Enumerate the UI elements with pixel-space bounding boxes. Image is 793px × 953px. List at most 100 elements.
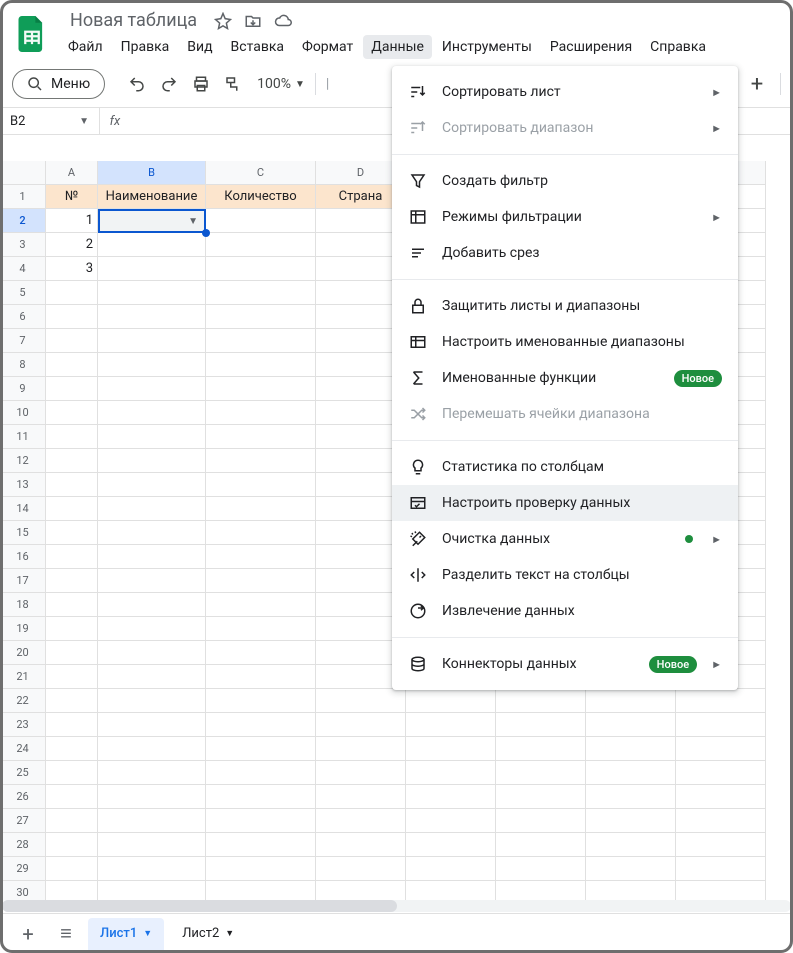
row-header-18[interactable]: 18 [0, 593, 46, 617]
row-header-17[interactable]: 17 [0, 569, 46, 593]
cell-A26[interactable] [46, 785, 98, 809]
row-header-22[interactable]: 22 [0, 689, 46, 713]
cell-B16[interactable] [98, 545, 206, 569]
sheet-tab-Лист2[interactable]: Лист2▼ [170, 918, 246, 950]
cell-C26[interactable] [206, 785, 316, 809]
row-header-7[interactable]: 7 [0, 329, 46, 353]
cell-G22[interactable] [586, 689, 676, 713]
cell-B20[interactable] [98, 641, 206, 665]
row-header-8[interactable]: 8 [0, 353, 46, 377]
cell-C13[interactable] [206, 473, 316, 497]
cell-A13[interactable] [46, 473, 98, 497]
cell-F26[interactable] [496, 785, 586, 809]
cell-B1[interactable]: Наименование [98, 185, 206, 209]
fill-handle[interactable] [202, 229, 210, 237]
cell-G26[interactable] [586, 785, 676, 809]
row-header-4[interactable]: 4 [0, 257, 46, 281]
cell-C18[interactable] [206, 593, 316, 617]
menu-item-slicer[interactable]: Добавить срез [392, 235, 738, 271]
cell-D23[interactable] [316, 713, 406, 737]
cell-A11[interactable] [46, 425, 98, 449]
row-header-28[interactable]: 28 [0, 833, 46, 857]
row-header-13[interactable]: 13 [0, 473, 46, 497]
menu-item-validation[interactable]: Настроить проверку данных [392, 485, 738, 521]
cell-D22[interactable] [316, 689, 406, 713]
cell-G23[interactable] [586, 713, 676, 737]
cell-A29[interactable] [46, 857, 98, 881]
cell-C4[interactable] [206, 257, 316, 281]
cell-C7[interactable] [206, 329, 316, 353]
cell-C23[interactable] [206, 713, 316, 737]
move-icon[interactable] [243, 11, 263, 31]
cell-B28[interactable] [98, 833, 206, 857]
cell-A27[interactable] [46, 809, 98, 833]
menu-item-bulb[interactable]: Статистика по столбцам [392, 449, 738, 485]
row-header-3[interactable]: 3 [0, 233, 46, 257]
cell-A2[interactable]: 1 [46, 209, 98, 233]
cell-G27[interactable] [586, 809, 676, 833]
row-header-9[interactable]: 9 [0, 377, 46, 401]
menu-item-db[interactable]: Коннекторы данныхНовое► [392, 646, 738, 682]
cloud-icon[interactable] [273, 11, 293, 31]
row-header-19[interactable]: 19 [0, 617, 46, 641]
cell-C6[interactable] [206, 305, 316, 329]
cell-A28[interactable] [46, 833, 98, 857]
cell-B17[interactable] [98, 569, 206, 593]
menu-item-split[interactable]: Разделить текст на столбцы [392, 557, 738, 593]
cell-C2[interactable] [206, 209, 316, 233]
row-header-24[interactable]: 24 [0, 737, 46, 761]
cell-B8[interactable] [98, 353, 206, 377]
doc-title[interactable]: Новая таблица [64, 8, 203, 33]
cell-B21[interactable] [98, 665, 206, 689]
cell-H25[interactable] [676, 761, 766, 785]
col-header-B[interactable]: B [98, 161, 206, 185]
cell-F27[interactable] [496, 809, 586, 833]
menu-вставка[interactable]: Вставка [223, 35, 292, 59]
menu-правка[interactable]: Правка [113, 35, 178, 59]
print-button[interactable] [187, 70, 215, 98]
cell-D29[interactable] [316, 857, 406, 881]
cell-G24[interactable] [586, 737, 676, 761]
row-header-27[interactable]: 27 [0, 809, 46, 833]
sheet-tab-Лист1[interactable]: Лист1▼ [88, 918, 164, 950]
cell-C20[interactable] [206, 641, 316, 665]
select-all-corner[interactable] [0, 161, 46, 185]
row-header-29[interactable]: 29 [0, 857, 46, 881]
cell-D28[interactable] [316, 833, 406, 857]
cell-C3[interactable] [206, 233, 316, 257]
menu-item-lock[interactable]: Защитить листы и диапазоны [392, 288, 738, 324]
cell-E26[interactable] [406, 785, 496, 809]
cell-E28[interactable] [406, 833, 496, 857]
cell-G28[interactable] [586, 833, 676, 857]
cell-A12[interactable] [46, 449, 98, 473]
cell-E24[interactable] [406, 737, 496, 761]
menu-формат[interactable]: Формат [294, 35, 361, 59]
row-header-11[interactable]: 11 [0, 425, 46, 449]
undo-button[interactable] [123, 70, 151, 98]
cell-B10[interactable] [98, 401, 206, 425]
menu-item-filter[interactable]: Создать фильтр [392, 163, 738, 199]
cell-B3[interactable] [98, 233, 206, 257]
cell-H24[interactable] [676, 737, 766, 761]
cell-A23[interactable] [46, 713, 98, 737]
row-header-26[interactable]: 26 [0, 785, 46, 809]
row-header-14[interactable]: 14 [0, 497, 46, 521]
cell-H27[interactable] [676, 809, 766, 833]
row-header-20[interactable]: 20 [0, 641, 46, 665]
cell-H26[interactable] [676, 785, 766, 809]
cell-A15[interactable] [46, 521, 98, 545]
cell-A7[interactable] [46, 329, 98, 353]
name-box[interactable]: B2 ▼ [0, 108, 100, 134]
cell-A10[interactable] [46, 401, 98, 425]
row-header-10[interactable]: 10 [0, 401, 46, 425]
search-menus-button[interactable]: Меню [12, 69, 105, 99]
cell-A21[interactable] [46, 665, 98, 689]
cell-C12[interactable] [206, 449, 316, 473]
cell-C21[interactable] [206, 665, 316, 689]
cell-A17[interactable] [46, 569, 98, 593]
cell-C8[interactable] [206, 353, 316, 377]
row-header-23[interactable]: 23 [0, 713, 46, 737]
cell-B23[interactable] [98, 713, 206, 737]
cell-E22[interactable] [406, 689, 496, 713]
cell-C22[interactable] [206, 689, 316, 713]
